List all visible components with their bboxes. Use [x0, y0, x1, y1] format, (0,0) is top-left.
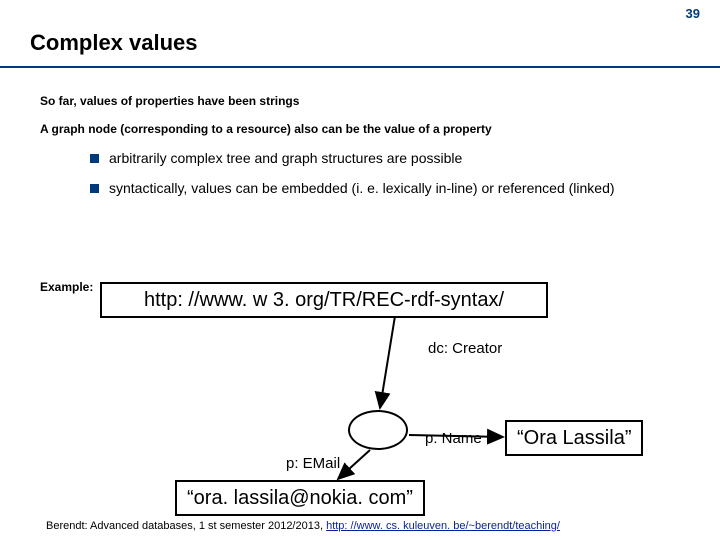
footer-text: Berendt: Advanced databases, 1 st semest…: [46, 520, 326, 532]
edge-label-email: p: EMail: [286, 455, 340, 472]
intro-line-2: A graph node (corresponding to a resourc…: [40, 122, 492, 136]
bullet-text: syntactically, values can be embedded (i…: [109, 180, 615, 196]
footer-link[interactable]: http: //www. cs. kuleuven. be/~berendt/t…: [326, 520, 560, 532]
footer: Berendt: Advanced databases, 1 st semest…: [46, 520, 560, 532]
rdf-graph-diagram: http: //www. w 3. org/TR/REC-rdf-syntax/…: [0, 270, 720, 500]
title-rule: [0, 66, 720, 68]
bullet-list: arbitrarily complex tree and graph struc…: [90, 150, 690, 210]
name-literal-box: “Ora Lassila”: [505, 420, 643, 456]
edge-label-creator: dc: Creator: [428, 340, 502, 357]
intro-line-1: So far, values of properties have been s…: [40, 94, 299, 108]
square-bullet-icon: [90, 184, 99, 193]
blank-node-ellipse: [348, 410, 408, 450]
email-literal-box: “ora. lassila@nokia. com”: [175, 480, 425, 516]
bullet-item: syntactically, values can be embedded (i…: [90, 180, 690, 196]
resource-node-box: http: //www. w 3. org/TR/REC-rdf-syntax/: [100, 282, 548, 318]
square-bullet-icon: [90, 154, 99, 163]
edge-label-name: p: Name: [425, 430, 482, 447]
page-number: 39: [686, 6, 700, 21]
slide-title: Complex values: [30, 30, 198, 56]
bullet-text: arbitrarily complex tree and graph struc…: [109, 150, 462, 166]
bullet-item: arbitrarily complex tree and graph struc…: [90, 150, 690, 166]
